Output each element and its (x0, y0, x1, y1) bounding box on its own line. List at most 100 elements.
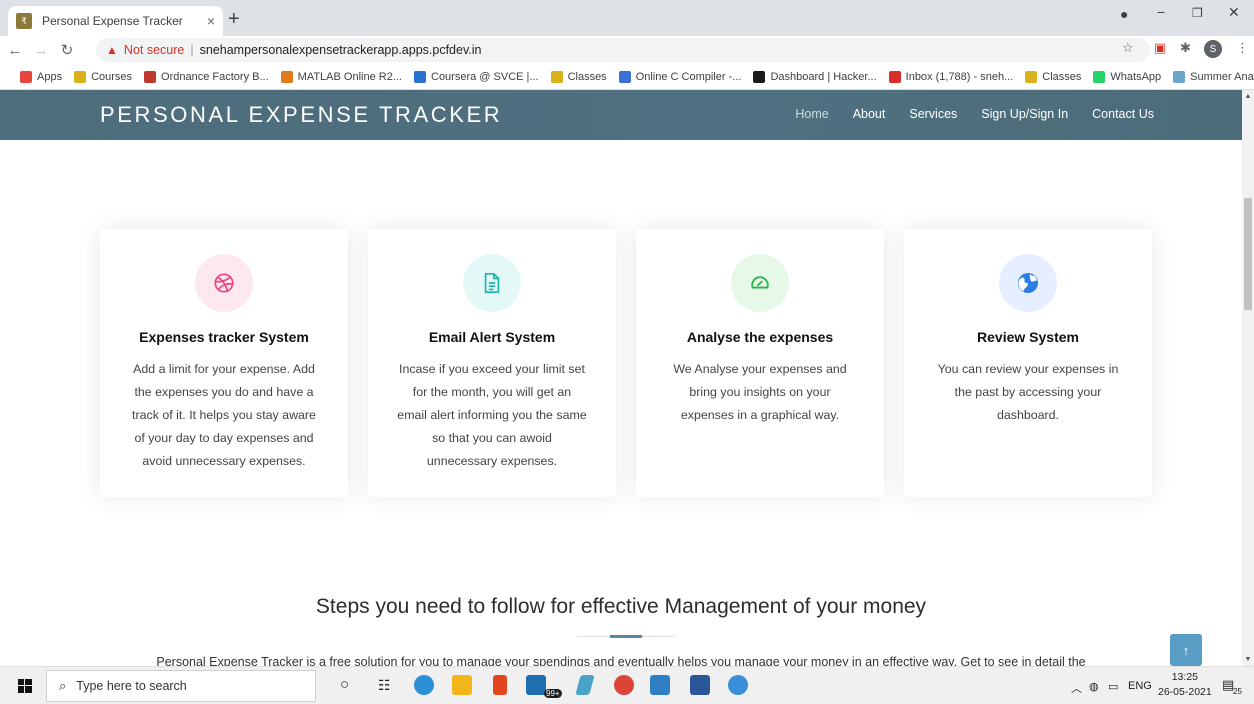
bookmark-favicon-icon (144, 70, 157, 83)
back-to-top-button[interactable]: ↑ (1170, 634, 1202, 666)
notification-badge: 99+ (544, 689, 562, 698)
close-window-button[interactable]: ✕ (1228, 4, 1240, 21)
nav-about[interactable]: About (853, 107, 886, 121)
card-title: Analyse the expenses (686, 329, 834, 345)
store-icon[interactable] (526, 675, 546, 695)
browser-tab[interactable]: ₹ Personal Expense Tracker × (8, 6, 223, 36)
forward-arrow-icon[interactable]: → (30, 42, 52, 59)
bookmark-item[interactable]: Inbox (1,788) - sneh... (888, 70, 1014, 83)
battery-icon[interactable]: ▭ (1108, 680, 1118, 693)
browser-menu-icon[interactable]: ⋮ (1236, 40, 1249, 56)
bookmark-favicon-icon (1093, 70, 1106, 83)
taskbar-search-placeholder: Type here to search (76, 679, 187, 693)
nav-home[interactable]: Home (795, 107, 828, 121)
new-tab-button[interactable]: + (228, 8, 240, 31)
bookmark-item[interactable]: Online C Compiler -... (618, 70, 742, 83)
bookmark-label: Inbox (1,788) - sneh... (905, 70, 1014, 83)
bookmark-item[interactable]: Classes (550, 70, 607, 83)
bookmark-item[interactable]: Courses (74, 70, 132, 83)
bookmark-favicon-icon (618, 70, 631, 83)
bookmark-favicon-icon (1173, 70, 1186, 83)
not-secure-label[interactable]: Not secure (124, 43, 184, 57)
page-viewport: PERSONAL EXPENSE TRACKER Home About Serv… (0, 90, 1242, 666)
restore-window-button[interactable]: ❐ (1192, 6, 1203, 20)
nav-contact-us[interactable]: Contact Us (1092, 107, 1154, 121)
card-text: You can review your expenses in the past… (937, 362, 1119, 422)
bookmark-favicon-icon (74, 70, 87, 83)
network-icon[interactable]: ◍ (1089, 680, 1099, 693)
bookmark-item[interactable]: WhatsApp (1093, 70, 1162, 83)
word-icon[interactable] (690, 675, 710, 695)
back-arrow-icon[interactable]: ← (4, 42, 26, 59)
pen-app-icon[interactable] (575, 675, 595, 695)
task-view-icon[interactable]: ☷ (378, 677, 391, 694)
document-icon (463, 254, 521, 312)
tab-title: Personal Expense Tracker (42, 14, 183, 28)
profile-avatar[interactable]: S (1204, 40, 1222, 58)
office-icon[interactable] (493, 675, 507, 695)
taskbar-clock[interactable]: 13:25 26-05-2021 (1158, 670, 1212, 700)
show-hidden-icons-chevron-icon[interactable]: ︿ (1071, 680, 1082, 696)
card-title: Review System (977, 329, 1079, 345)
taskbar-search-box[interactable]: ⌕ Type here to search (46, 670, 316, 702)
bookmark-label: Classes (567, 70, 607, 83)
scroll-up-arrow-icon[interactable]: ▲ (1242, 93, 1254, 100)
site-favicon-icon: ₹ (16, 13, 32, 29)
bookmarks-bar: Apps Courses Ordnance Factory B... MATLAB O… (0, 64, 1254, 90)
windows-start-icon[interactable] (18, 679, 32, 698)
minimize-window-button[interactable]: − (1157, 4, 1165, 20)
bookmark-label: WhatsApp (1110, 70, 1162, 83)
chrome-profile-icon[interactable] (728, 675, 748, 695)
globe-icon (999, 254, 1057, 312)
bookmark-label: Classes (1042, 70, 1082, 83)
cortana-circle-icon[interactable]: ○ (340, 676, 349, 693)
page-scrollbar[interactable]: ▲ ▼ (1242, 90, 1254, 666)
bookmark-favicon-icon (414, 70, 426, 83)
bookmark-label: Summer Analytics 2... (1190, 70, 1254, 83)
card-text: We Analyse your expenses and bring you i… (673, 362, 847, 422)
warning-icon: ▲ (106, 43, 118, 57)
section-divider-accent (610, 635, 642, 638)
bookmark-item[interactable]: Dashboard | Hacker... (753, 70, 877, 83)
bookmark-favicon-icon (888, 70, 901, 83)
bookmark-item[interactable]: Coursera @ SVCE |... (414, 70, 539, 83)
tab-search-icon[interactable]: ● (1120, 6, 1128, 22)
service-card: Analyse the expenses We Analyse your exp… (636, 229, 884, 497)
services-cards: Expenses tracker System Add a limit for … (100, 229, 1152, 497)
site-brand[interactable]: PERSONAL EXPENSE TRACKER (100, 102, 502, 128)
chrome-icon[interactable] (614, 675, 634, 695)
search-icon: ⌕ (59, 678, 67, 693)
nav-services[interactable]: Services (909, 107, 957, 121)
card-text: Add a limit for your expense. Add the ex… (132, 362, 316, 468)
address-bar[interactable]: ▲ Not secure | snehampersonalexpensetrac… (96, 38, 1150, 62)
bookmark-item[interactable]: Ordnance Factory B... (144, 70, 269, 83)
photos-icon[interactable] (650, 675, 670, 695)
bookmark-item[interactable]: Classes (1025, 70, 1082, 83)
bookmark-label: Online C Compiler -... (635, 70, 742, 83)
url-text[interactable]: snehampersonalexpensetrackerapp.apps.pcf… (200, 43, 482, 57)
bookmark-star-icon[interactable]: ☆ (1122, 40, 1134, 56)
reload-icon[interactable]: ↻ (56, 41, 78, 59)
action-center-count: 25 (1233, 687, 1242, 696)
file-explorer-icon[interactable] (452, 675, 472, 695)
bookmark-label: Dashboard | Hacker... (770, 70, 877, 83)
edge-browser-icon[interactable] (414, 675, 434, 695)
bookmark-item[interactable]: Apps (20, 70, 63, 83)
bookmark-item[interactable]: MATLAB Online R2... (280, 70, 402, 83)
steps-section-title: Steps you need to follow for effective M… (315, 595, 927, 618)
nav-signup-signin[interactable]: Sign Up/Sign In (981, 107, 1068, 121)
extensions-puzzle-icon[interactable]: ✱ (1180, 40, 1191, 56)
browser-toolbar: ← → ↻ ▲ Not secure | snehampersonalexpen… (0, 36, 1254, 64)
bookmark-label: Apps (37, 70, 63, 83)
site-nav: Home About Services Sign Up/Sign In Cont… (795, 107, 1154, 121)
scrollbar-thumb[interactable] (1244, 198, 1252, 310)
pocket-extension-icon[interactable]: ▣ (1154, 40, 1166, 56)
scroll-down-arrow-icon[interactable]: ▼ (1242, 656, 1254, 663)
bookmark-label: MATLAB Online R2... (297, 70, 402, 83)
bookmark-item[interactable]: Summer Analytics 2... (1173, 70, 1254, 83)
language-indicator[interactable]: ENG (1128, 680, 1152, 692)
bookmark-favicon-icon (753, 70, 766, 83)
windows-taskbar: ⌕ Type here to search ○ ☷ 99+ ︿ ◍ ▭ ENG … (0, 666, 1254, 704)
browser-tab-strip: ₹ Personal Expense Tracker × + ● − ❐ ✕ (0, 0, 1254, 36)
close-tab-button[interactable]: × (207, 13, 215, 29)
